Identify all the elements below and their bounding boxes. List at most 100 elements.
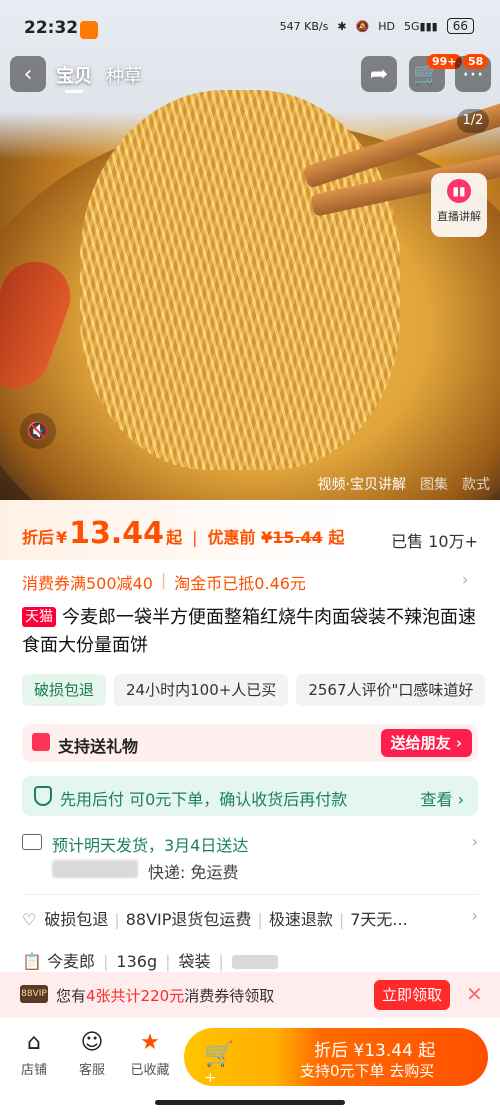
media-pager: 1/2 (457, 109, 489, 133)
live-chart-icon: ▮▮ (447, 179, 471, 203)
send-to-friend-button[interactable]: 送给朋友 › (380, 729, 472, 757)
shield-check-icon (34, 786, 52, 806)
original-price-suffix: 起 (328, 528, 345, 547)
spec-weight: 136g (116, 952, 158, 971)
top-nav: ‹ 宝贝 种草 ➦ 🛒 99+ ⋯ 58 (0, 54, 500, 96)
tag-damage-return[interactable]: 破损包退 (22, 674, 107, 706)
more-button[interactable]: ⋯ 58 (455, 54, 491, 92)
coupon-banner-post: 消费券待领取 (184, 987, 275, 1005)
coupon-banner: 88VIP 您有4张共计220元消费券待领取 立即领取 ✕ (0, 972, 500, 1018)
service-item: 破损包退 (44, 910, 109, 929)
coupon-banner-highlight: 4张共计220元 (86, 987, 185, 1005)
media-tab-gallery[interactable]: 图集 (420, 474, 448, 494)
mute-status-icon: 🔕 (355, 19, 370, 33)
spec-pack: 袋装 (178, 952, 211, 971)
home-indicator[interactable] (155, 1100, 345, 1105)
taojinbi-text: 淘金币已抵0.46元 (174, 574, 306, 593)
buy-button[interactable]: 🛒⁺ 折后 ¥13.44 起 支持0元下单 去购买 (184, 1028, 488, 1086)
tag-row: 破损包退 24小时内100+人已买 2567人评价"口感味道好 (22, 674, 486, 706)
service-item: 7天无... (350, 910, 408, 929)
add-to-cart-icon[interactable]: 🛒⁺ (204, 1040, 244, 1086)
heart-shield-icon: ♡ (22, 910, 37, 929)
separator: | (114, 910, 120, 929)
signal-icon: 5G▮▮▮ (404, 19, 438, 33)
tab-zhongcao[interactable]: 种草 (106, 62, 142, 93)
share-button[interactable]: ➦ (361, 56, 397, 92)
gift-label: 支持送礼物 (58, 737, 139, 756)
original-price-value: ¥15.44 (261, 528, 323, 547)
separator: | (338, 910, 345, 929)
favorite-tab[interactable]: ★ 已收藏 (124, 1030, 176, 1078)
media-tab-video[interactable]: 视频·宝贝讲解 (318, 474, 406, 494)
chevron-right-icon: › (462, 570, 469, 589)
close-icon[interactable]: ✕ (466, 982, 483, 1006)
media-tabs: 视频·宝贝讲解 图集 款式 (318, 474, 490, 494)
price-value: 13.44 (69, 516, 165, 551)
star-icon: ★ (140, 1030, 160, 1055)
clipboard-icon: 📋 (22, 952, 42, 971)
product-title-block: 天猫 今麦郎一袋半方便面整箱红烧牛肉面袋装不辣泡面速食面大份量面饼 (22, 604, 482, 660)
cart-button[interactable]: 🛒 99+ (409, 54, 462, 92)
buy-price-label: 折后 ¥13.44 起 (314, 1041, 436, 1061)
gift-icon (32, 733, 50, 751)
favorite-label: 已收藏 (130, 1063, 170, 1078)
88vip-badge: 88VIP (20, 985, 48, 1003)
tag-review[interactable]: 2567人评价"口感味道好 (296, 674, 486, 706)
tab-baobei[interactable]: 宝贝 (56, 62, 92, 93)
shipping-fee: 快递: 免运费 (148, 863, 239, 882)
chat-face-icon: ☺ (80, 1030, 104, 1055)
bluetooth-icon: ✱ (337, 19, 347, 33)
taobao-notification-icon (80, 21, 98, 39)
product-title: 今麦郎一袋半方便面整箱红烧牛肉面袋装不辣泡面速食面大份量面饼 (22, 607, 476, 656)
hd-icon: HD (378, 19, 396, 33)
separator: | (103, 952, 109, 971)
tmall-badge: 天猫 (22, 607, 56, 627)
blurred-spec (231, 955, 278, 969)
media-tab-styles[interactable]: 款式 (462, 474, 490, 494)
divider: | (160, 570, 167, 589)
share-icon: ➦ (369, 61, 389, 87)
speaker-muted-icon: 🔇 (26, 420, 50, 442)
price-currency: ¥ (56, 528, 68, 547)
coupon-banner-text: 您有4张共计220元消费券待领取 (56, 985, 274, 1006)
customer-service-label: 客服 (78, 1063, 105, 1078)
chevron-right-icon: › (467, 906, 478, 925)
status-bar: 22:32 547 KB/s ✱ 🔕 HD 5G▮▮▮ 66 (0, 0, 500, 54)
original-price: 优惠前 ¥15.44 起 (207, 524, 344, 548)
customer-service-tab[interactable]: ☺ 客服 (72, 1030, 112, 1078)
coupon-line[interactable]: 消费券满500减40 | 淘金币已抵0.46元 › (22, 570, 468, 594)
noodles (80, 90, 400, 470)
pay-later-row[interactable]: 先用后付 可0元下单，确认收货后再付款 查看 › (22, 776, 478, 816)
chevron-left-icon: ‹ (23, 61, 33, 87)
shop-label: 店铺 (20, 1063, 47, 1078)
price-band: 折后 ¥ 13.44 起 | 优惠前 ¥15.44 起 已售 10万+ (0, 500, 500, 560)
battery-icon: 66 (446, 18, 474, 34)
back-button[interactable]: ‹ (10, 56, 46, 92)
blurred-location (52, 860, 138, 878)
delivery-estimate: 预计明天发货，3月4日送达 (52, 836, 249, 855)
claim-coupon-button[interactable]: 立即领取 (374, 980, 451, 1010)
buy-sub-label: 支持0元下单 去购买 (300, 1062, 435, 1080)
live-explain-label: 直播讲解 (437, 210, 481, 223)
separator: | (257, 910, 263, 929)
store-icon: ⌂ (27, 1030, 41, 1055)
nav-tabs: 宝贝 种草 (56, 62, 142, 93)
pay-later-view-link[interactable]: 查看 › (421, 786, 465, 810)
pay-later-text: 先用后付 可0元下单，确认收货后再付款 (60, 790, 348, 809)
service-item: 极速退款 (268, 910, 333, 929)
live-explain-button[interactable]: ▮▮ 直播讲解 (431, 173, 487, 237)
price-separator: | (192, 528, 198, 547)
service-item: 88VIP退货包运费 (125, 910, 252, 929)
status-time: 22:32 (24, 18, 79, 38)
message-badge: 58 (463, 54, 489, 69)
price-label: 折后 (22, 528, 55, 547)
separator: | (165, 952, 171, 971)
price-suffix: 起 (166, 528, 183, 547)
shop-tab[interactable]: ⌂ 店铺 (14, 1030, 54, 1078)
mute-button[interactable]: 🔇 (20, 413, 56, 449)
spec-row[interactable]: 📋 今麦郎 | 136g | 袋装 | (22, 948, 278, 972)
gift-row: 支持送礼物 送给朋友 › (22, 724, 478, 762)
divider (22, 894, 478, 895)
service-row[interactable]: ♡ 破损包退 | 88VIP退货包运费 | 极速退款 | 7天无... › (22, 906, 478, 930)
tag-bought-count[interactable]: 24小时内100+人已买 (114, 674, 289, 706)
